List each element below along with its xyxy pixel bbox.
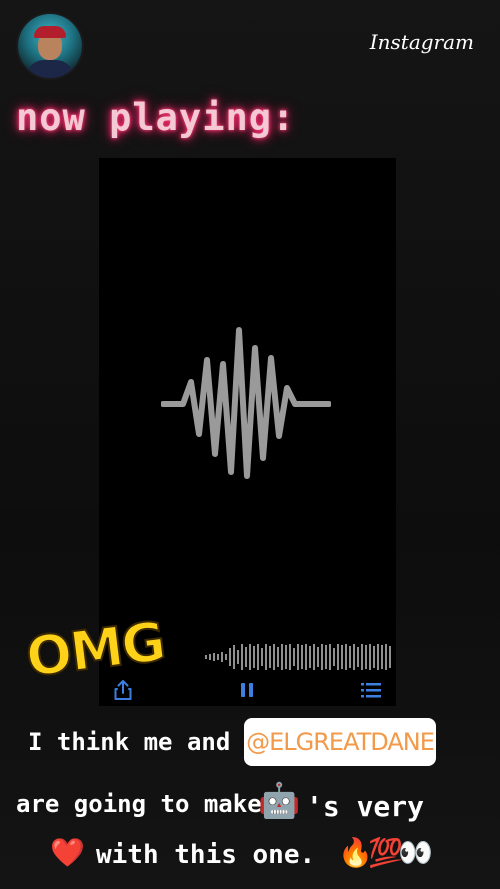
share-button[interactable] (111, 678, 135, 702)
heart-emoji: ❤️ (50, 836, 85, 869)
caption-line-3: with this one. (96, 840, 316, 870)
eyes-emoji: 👀 (398, 836, 433, 869)
scrubber-bars (205, 644, 391, 670)
waveform-icon (161, 327, 331, 479)
pause-button[interactable] (235, 678, 259, 702)
avatar-cap (34, 26, 66, 38)
pause-icon (241, 683, 253, 697)
now-playing-heading: now playing: (16, 96, 296, 139)
playlist-button[interactable] (359, 678, 383, 702)
instagram-brand: Instagram (369, 30, 474, 54)
robot-emoji: 🤖 (258, 781, 301, 821)
share-icon (114, 680, 132, 700)
mention-tag[interactable]: @ELGREATDANE (244, 718, 436, 766)
caption-line-1: I think me and (28, 728, 231, 756)
profile-avatar[interactable] (18, 14, 82, 78)
avatar-shirt (26, 60, 74, 78)
audio-scrubber[interactable] (203, 642, 395, 672)
list-icon (361, 683, 381, 698)
caption-line-2-end: 's very (306, 790, 425, 823)
caption-line-2-start: are going to make (16, 790, 262, 818)
